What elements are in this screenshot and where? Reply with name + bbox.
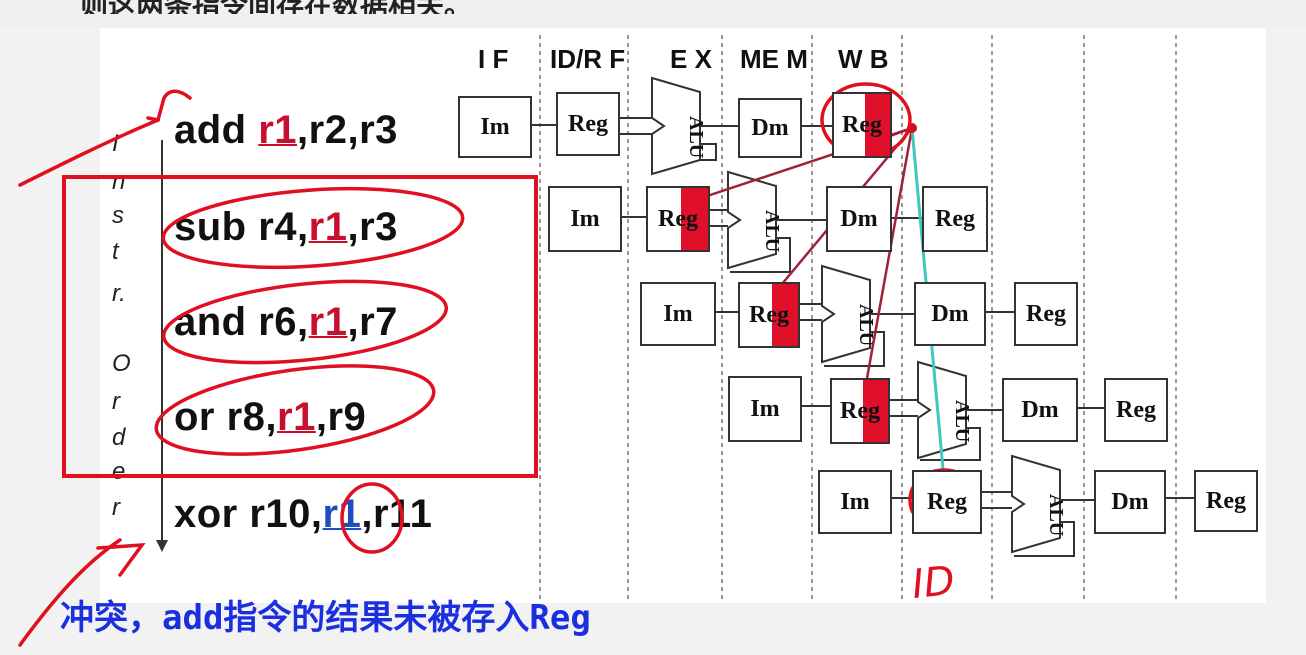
unit-reg: Reg xyxy=(1014,282,1078,346)
caption-text: 冲突，add指令的结果未被存入Reg xyxy=(60,598,591,638)
alu-label: ALU xyxy=(685,116,707,158)
unit-dm: Dm xyxy=(914,282,986,346)
unit-reg-id-hazard: Reg xyxy=(738,282,800,348)
unit-reg-wb-hazard: Reg xyxy=(832,92,892,158)
unit-reg-id-hazard: Reg xyxy=(646,186,710,252)
axis-arrowhead xyxy=(156,540,168,552)
unit-im: Im xyxy=(728,376,802,442)
alu-label: ALU xyxy=(951,400,973,442)
unit-im: Im xyxy=(548,186,622,252)
unit-dm: Dm xyxy=(738,98,802,158)
unit-im: Im xyxy=(818,470,892,534)
id-handwritten-label: ID xyxy=(909,557,957,609)
unit-reg: Reg xyxy=(556,92,620,156)
unit-dm: Dm xyxy=(826,186,892,252)
unit-dm: Dm xyxy=(1002,378,1078,442)
unit-reg: Reg xyxy=(1104,378,1168,442)
arrow-head xyxy=(146,89,192,123)
unit-reg: Reg xyxy=(912,470,982,534)
hazard-highlight-box xyxy=(62,175,538,478)
unit-im: Im xyxy=(640,282,716,346)
unit-dm: Dm xyxy=(1094,470,1166,534)
unit-reg: Reg xyxy=(922,186,988,252)
unit-im: Im xyxy=(458,96,532,158)
unit-reg: Reg xyxy=(1194,470,1258,532)
alu-label: ALU xyxy=(761,210,783,252)
unit-reg-id-hazard: Reg xyxy=(830,378,890,444)
circle-xor-r1 xyxy=(340,482,404,554)
